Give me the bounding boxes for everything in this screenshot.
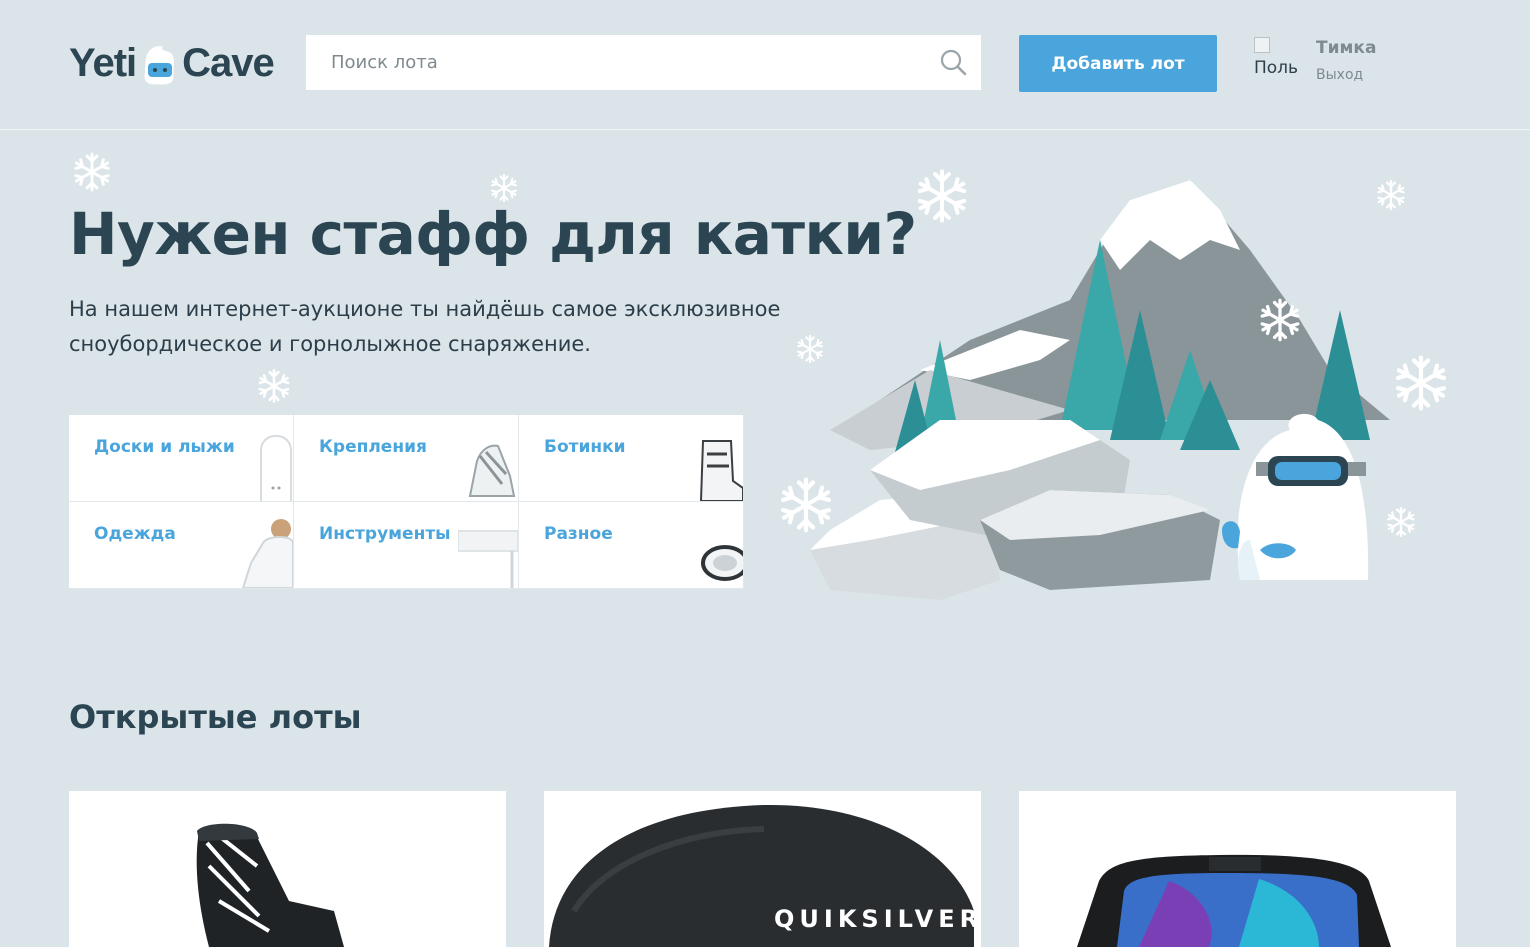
logout-link[interactable]: Выход <box>1316 67 1363 83</box>
category-clothing[interactable]: Одежда <box>69 502 294 589</box>
snowboard-icon <box>260 435 292 501</box>
logo-text-left: Yeti <box>69 40 137 85</box>
category-label: Одежда <box>94 524 176 544</box>
logo-text-right: Cave <box>182 40 275 85</box>
avatar-alt-text: Поль <box>1254 58 1299 78</box>
jacket-icon <box>241 519 293 588</box>
avatar[interactable]: Поль <box>1254 37 1304 87</box>
category-bindings[interactable]: Крепления <box>294 415 519 502</box>
search-form <box>306 35 981 90</box>
search-icon[interactable] <box>940 49 967 76</box>
category-label: Разное <box>544 524 613 544</box>
category-label: Инструменты <box>319 524 451 544</box>
lot-card[interactable] <box>1019 791 1456 947</box>
goggles-icon <box>701 545 743 581</box>
snowflake-icon <box>1260 298 1300 342</box>
snowflake-icon <box>1387 506 1415 538</box>
helmet-brand-text: QUIKSILVER <box>774 905 981 933</box>
lot-image-snowboard-binding <box>196 823 344 947</box>
snowflake-icon <box>1390 352 1452 414</box>
boot-icon <box>699 440 743 501</box>
logo[interactable]: Yeti Cave <box>69 38 275 88</box>
broken-image-icon <box>1254 37 1270 53</box>
snowflake-icon <box>258 369 290 403</box>
snowflake-icon <box>1377 179 1405 211</box>
user-name: Тимка <box>1316 38 1377 58</box>
lot-image-goggles <box>1077 854 1391 947</box>
category-tools[interactable]: Инструменты <box>294 502 519 589</box>
lot-image-helmet: QUIKSILVER <box>549 804 981 947</box>
add-lot-button[interactable]: Добавить лот <box>1019 35 1217 92</box>
category-label: Крепления <box>319 437 427 457</box>
category-label: Доски и лыжи <box>94 437 235 457</box>
snowflake-icon <box>775 474 837 536</box>
binding-icon <box>468 444 516 497</box>
snowflake-icon <box>912 166 972 226</box>
search-input[interactable] <box>331 52 931 73</box>
mountain-yeti-illustration <box>810 180 1390 600</box>
snowflake-icon <box>74 152 110 192</box>
category-misc[interactable]: Разное <box>519 502 744 589</box>
category-label: Ботинки <box>544 437 626 457</box>
category-boards-skis[interactable]: Доски и лыжи <box>69 415 294 502</box>
lot-card[interactable] <box>69 791 506 947</box>
yeti-logo-icon <box>140 43 178 85</box>
category-list: Доски и лыжи Крепления Ботинки Одежда Ин… <box>69 415 744 589</box>
page-header: Yeti Cave Добавить лот Поль Тимка Выход <box>0 0 1530 130</box>
category-boots[interactable]: Ботинки <box>519 415 744 502</box>
tool-icon <box>458 530 518 588</box>
promo-text: На нашем интернет-аукционе ты найдёшь са… <box>69 297 781 356</box>
lot-card[interactable]: QUIKSILVER <box>544 791 981 947</box>
lots-section-title: Открытые лоты <box>69 698 362 736</box>
